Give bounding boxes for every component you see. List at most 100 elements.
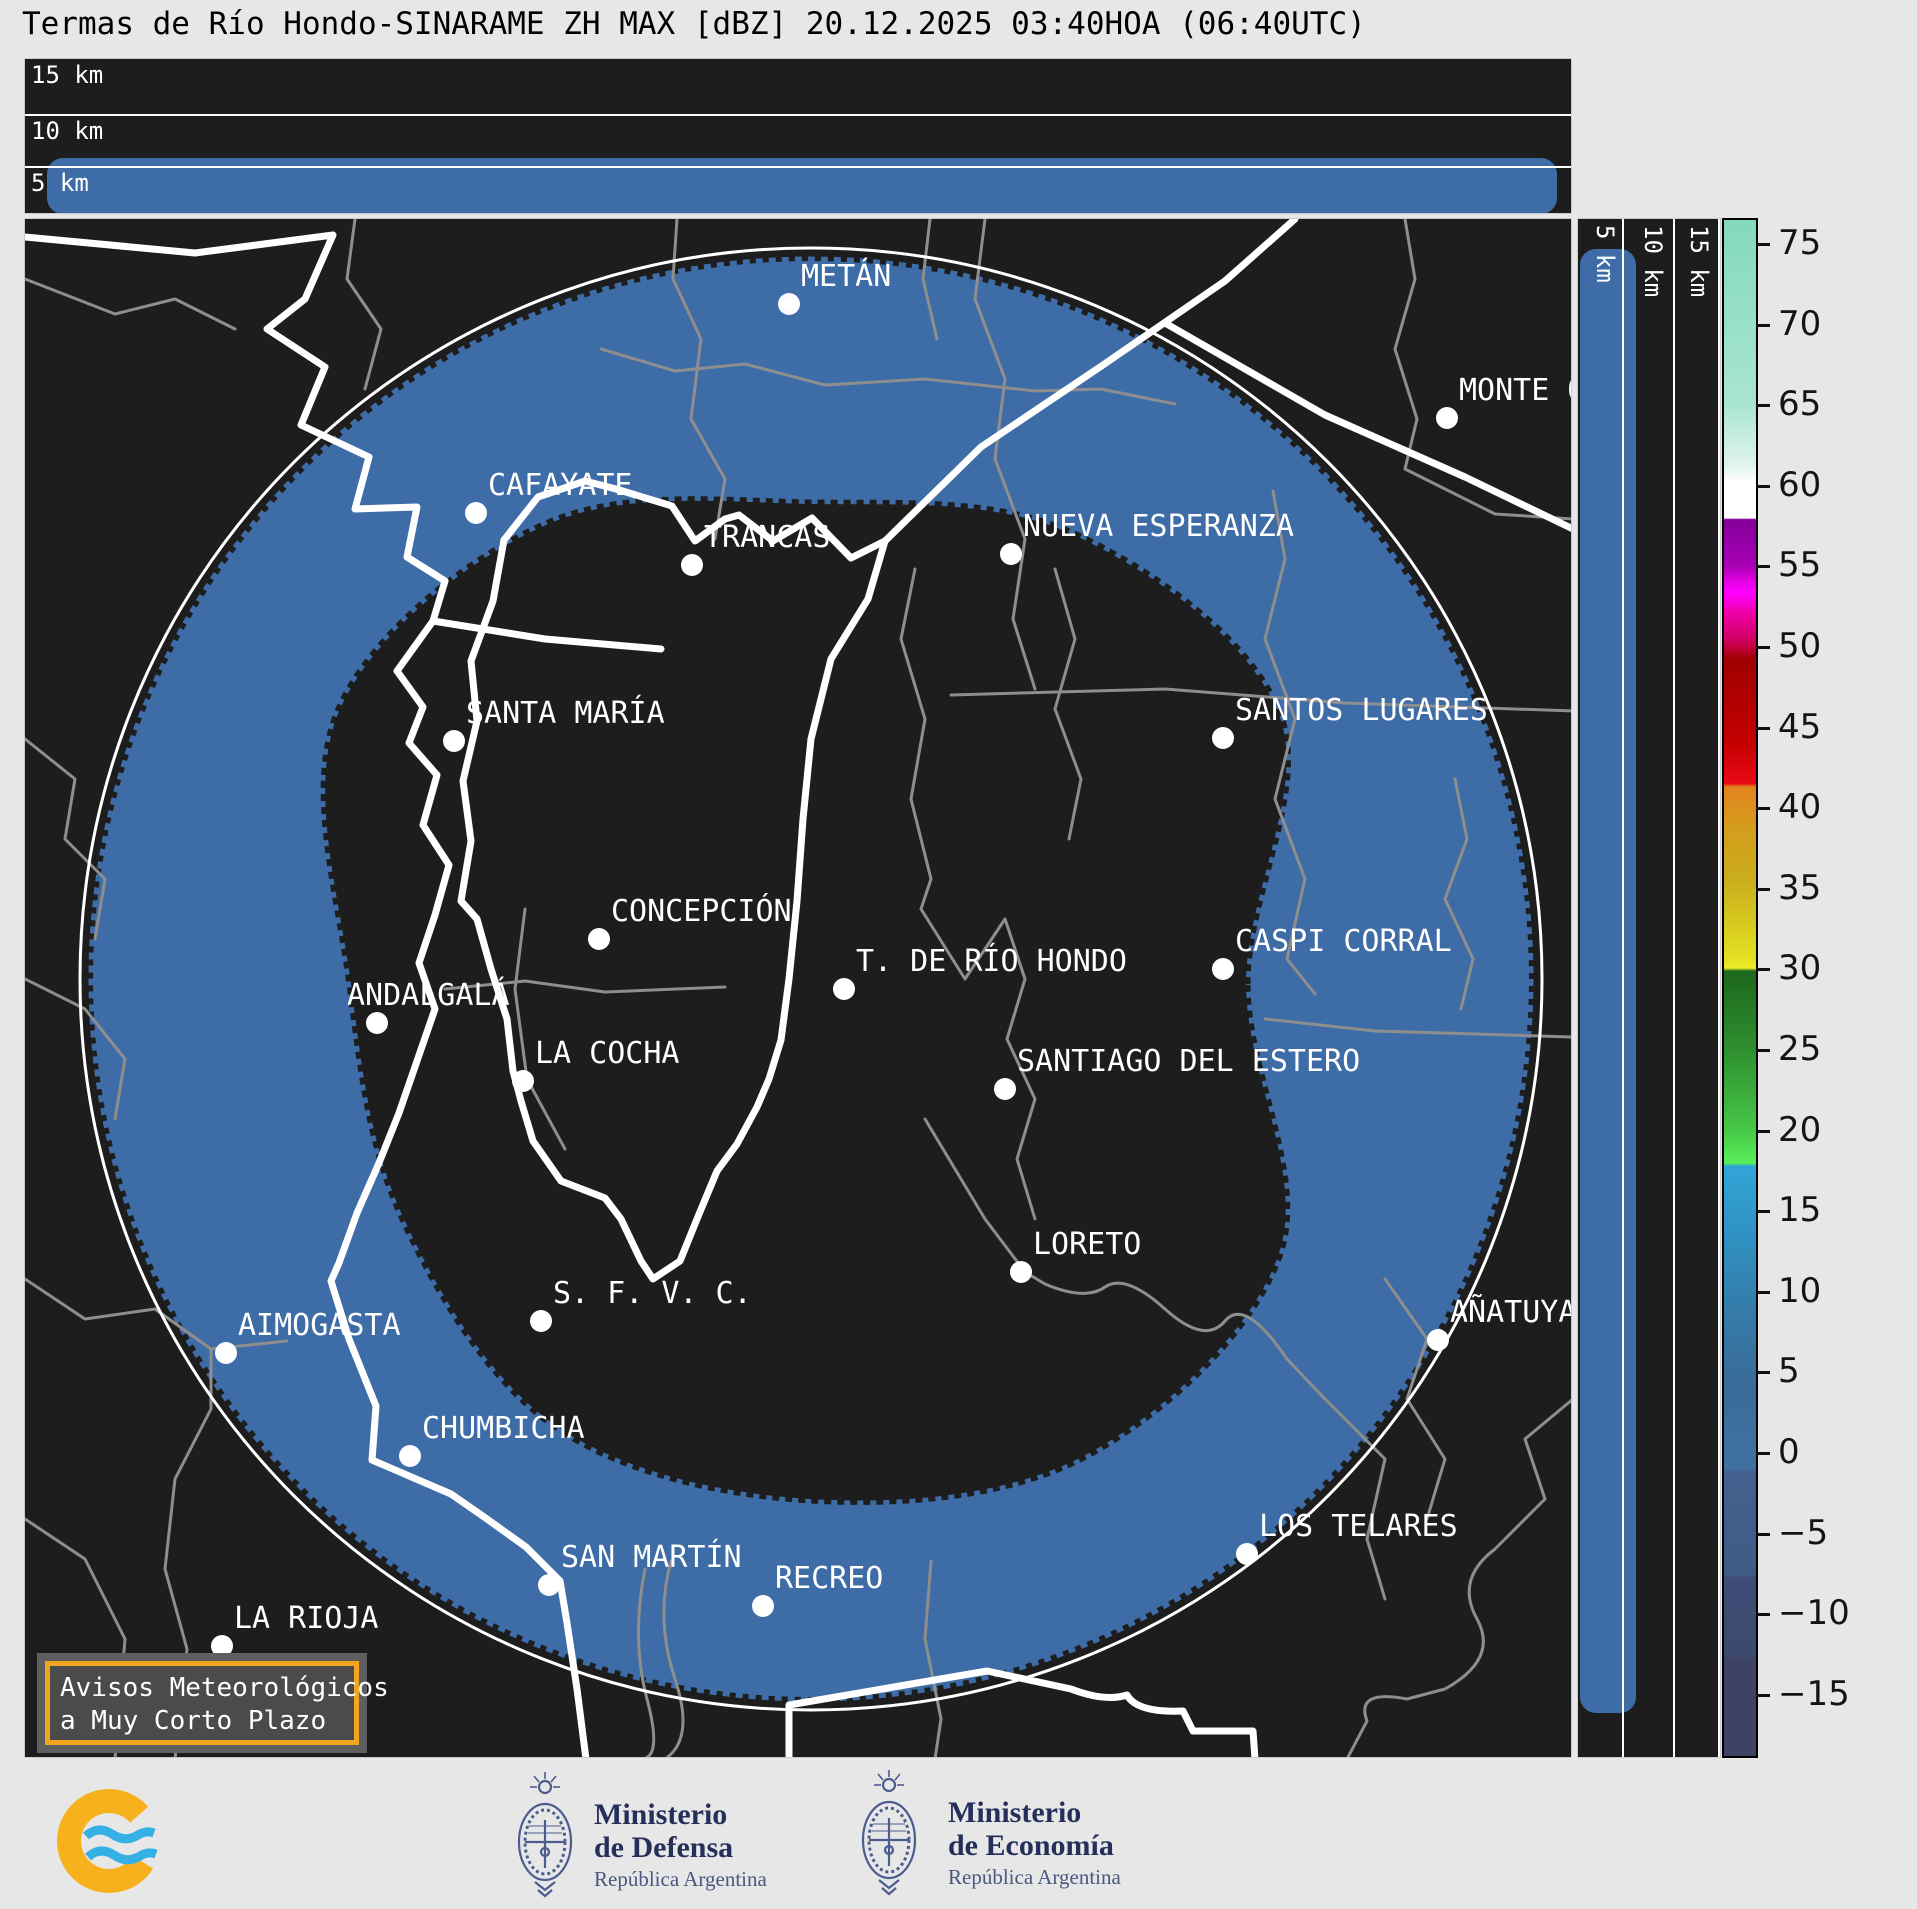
defensa-line2: de Defensa bbox=[594, 1831, 767, 1864]
colorbar-tick bbox=[1756, 565, 1770, 568]
colorbar-tick bbox=[1756, 1130, 1770, 1133]
colorbar-tick-label: 20 bbox=[1778, 1112, 1821, 1148]
colorbar-tick bbox=[1756, 1291, 1770, 1294]
colorbar-tick bbox=[1756, 1371, 1770, 1374]
colorbar-tick-label: 40 bbox=[1778, 789, 1821, 825]
colorbar-tick-label: 55 bbox=[1778, 547, 1821, 583]
colorbar-tick bbox=[1756, 485, 1770, 488]
city-label: METÁN bbox=[801, 260, 891, 294]
altitude-line-10km bbox=[25, 114, 1571, 116]
colorbar-tick-label: 10 bbox=[1778, 1273, 1821, 1309]
colorbar-tick-label: 5 bbox=[1778, 1353, 1800, 1389]
city-dot-2 bbox=[1436, 407, 1458, 429]
city-dot-13 bbox=[994, 1078, 1016, 1100]
colorbar-tick bbox=[1756, 888, 1770, 891]
city-dot-9 bbox=[1212, 958, 1234, 980]
city-dot-18 bbox=[399, 1445, 421, 1467]
colorbar-tick-label: 60 bbox=[1778, 467, 1821, 503]
city-label: S. F. V. C. bbox=[553, 1277, 752, 1311]
altitude-label-15km: 15 km bbox=[31, 62, 103, 88]
city-label: CASPI CORRAL bbox=[1235, 925, 1452, 959]
colorbar-tick-label: −10 bbox=[1778, 1595, 1850, 1631]
side-altitude-profile-panel: 5 km 10 km 15 km bbox=[1577, 218, 1721, 1758]
city-label: TRANCAS bbox=[704, 521, 830, 555]
city-label: T. DE RÍO HONDO bbox=[856, 945, 1127, 979]
altitude-line-15km-v bbox=[1718, 219, 1720, 1757]
altitude-label-5km-v: 5 km bbox=[1592, 225, 1618, 283]
radar-map: METÁN MONTE QUEMADO CAFAYATE TRANCAS NUEVA E… bbox=[24, 218, 1572, 1758]
colorbar-tick bbox=[1756, 1452, 1770, 1455]
defensa-sub: República Argentina bbox=[594, 1864, 767, 1894]
altitude-line-5km-v bbox=[1622, 219, 1624, 1757]
city-dot-3 bbox=[465, 502, 487, 524]
colorbar-tick-label: 35 bbox=[1778, 870, 1821, 906]
economia-sub: República Argentina bbox=[948, 1862, 1121, 1892]
colorbar-tick bbox=[1756, 1049, 1770, 1052]
colorbar-tick bbox=[1756, 1210, 1770, 1213]
radar-product-page: Termas de Río Hondo-SINARAME ZH MAX [dBZ… bbox=[0, 0, 1917, 1909]
city-label: SAN MARTÍN bbox=[561, 1541, 742, 1575]
city-dot-7 bbox=[1212, 727, 1234, 749]
city-dot-5 bbox=[1000, 543, 1022, 565]
city-label: CONCEPCIÓN bbox=[611, 895, 792, 929]
city-label: SANTA MARÍA bbox=[466, 697, 665, 731]
altitude-label-10km: 10 km bbox=[31, 118, 103, 144]
colorbar-tick bbox=[1756, 243, 1770, 246]
city-dot-8 bbox=[588, 928, 610, 950]
city-dot-15 bbox=[530, 1310, 552, 1332]
city-dot-14 bbox=[1010, 1261, 1032, 1283]
city-label: CHUMBICHA bbox=[422, 1412, 585, 1446]
warning-box-frame: Avisos Meteorológicos a Muy Corto Plazo bbox=[45, 1661, 359, 1745]
city-label: LOS TELARES bbox=[1259, 1510, 1458, 1544]
smn-logo-icon bbox=[52, 1786, 172, 1896]
colorbar-tick bbox=[1756, 1613, 1770, 1616]
colorbar-tick bbox=[1756, 646, 1770, 649]
ministry-defensa-block: Ministerio de Defensa República Argentin… bbox=[594, 1798, 767, 1894]
defensa-line1: Ministerio bbox=[594, 1798, 767, 1831]
colorbar-tick bbox=[1756, 1533, 1770, 1536]
city-label: CAFAYATE bbox=[488, 469, 633, 503]
dbz-colorbar bbox=[1722, 218, 1758, 1758]
warning-text-line1: Avisos Meteorológicos bbox=[60, 1672, 344, 1705]
city-dot-20 bbox=[538, 1574, 560, 1596]
colorbar-tick-label: 30 bbox=[1778, 950, 1821, 986]
colorbar-tick-label: 70 bbox=[1778, 306, 1821, 342]
economia-line2: de Economía bbox=[948, 1829, 1121, 1862]
city-label: NUEVA ESPERANZA bbox=[1023, 510, 1294, 544]
city-label: LORETO bbox=[1033, 1228, 1141, 1262]
city-dot-11 bbox=[366, 1012, 388, 1034]
city-label: SANTIAGO DEL ESTERO bbox=[1017, 1045, 1360, 1079]
colorbar-tick-label: 45 bbox=[1778, 709, 1821, 745]
altitude-line-10km-v bbox=[1673, 219, 1675, 1757]
city-label: MONTE QUEMADO bbox=[1459, 374, 1572, 408]
city-dot-6 bbox=[443, 730, 465, 752]
colorbar-tick-label: 25 bbox=[1778, 1031, 1821, 1067]
coat-of-arms-defensa-icon bbox=[508, 1770, 582, 1900]
city-label: ANDALGALÁ bbox=[347, 979, 510, 1013]
colorbar-tick bbox=[1756, 727, 1770, 730]
city-dot-10 bbox=[833, 978, 855, 1000]
altitude-label-5km: 5 km bbox=[31, 170, 89, 196]
page-title: Termas de Río Hondo-SINARAME ZH MAX [dBZ… bbox=[22, 6, 1366, 42]
city-label: AÑATUYA bbox=[1450, 1296, 1572, 1330]
colorbar-tick-label: 50 bbox=[1778, 628, 1821, 664]
altitude-line-5km bbox=[25, 166, 1571, 168]
colorbar-tick-label: 65 bbox=[1778, 386, 1821, 422]
footer: Servicio Meteorológico Nacional Argentin… bbox=[0, 1758, 1917, 1909]
city-label: AIMOGASTA bbox=[238, 1309, 401, 1343]
city-label: LA RIOJA bbox=[234, 1602, 379, 1636]
colorbar-tick-label: 15 bbox=[1778, 1192, 1821, 1228]
city-dot-4 bbox=[681, 554, 703, 576]
colorbar-tick-label: −5 bbox=[1778, 1515, 1828, 1551]
city-dot-21 bbox=[752, 1595, 774, 1617]
economia-line1: Ministerio bbox=[948, 1796, 1121, 1829]
colorbar-tick bbox=[1756, 807, 1770, 810]
city-dot-17 bbox=[1427, 1329, 1449, 1351]
warning-text-line2: a Muy Corto Plazo bbox=[60, 1705, 344, 1738]
city-label: SANTOS LUGARES bbox=[1235, 694, 1488, 728]
warning-box: Avisos Meteorológicos a Muy Corto Plazo bbox=[37, 1653, 367, 1753]
colorbar-tick bbox=[1756, 968, 1770, 971]
colorbar-tick bbox=[1756, 404, 1770, 407]
city-label: RECREO bbox=[775, 1562, 883, 1596]
colorbar-tick-label: 75 bbox=[1778, 225, 1821, 261]
